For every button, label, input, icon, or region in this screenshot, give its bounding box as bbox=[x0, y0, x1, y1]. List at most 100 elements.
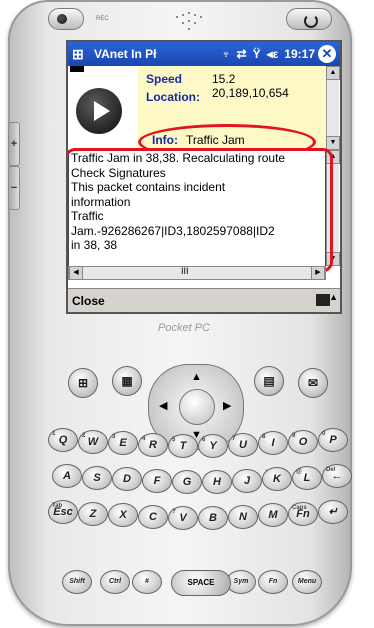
key-sub-label: ' bbox=[266, 470, 268, 476]
close-softkey[interactable]: Close bbox=[72, 294, 105, 308]
key-sub-label: 7 bbox=[232, 435, 236, 442]
key-sub-label: 6 bbox=[202, 437, 206, 443]
key-1-6[interactable]: J bbox=[232, 468, 262, 493]
title-bar: ⊞ VAnet In Pł ♆ ⇄ Ÿ ◂ε 19:17 ✕ bbox=[68, 42, 340, 66]
key-1-0[interactable]: A bbox=[52, 464, 82, 488]
key-1-8[interactable]: L @ bbox=[292, 465, 322, 490]
connectivity-icon[interactable]: ⇄ bbox=[237, 47, 247, 61]
key-sub-label: 3 bbox=[112, 434, 116, 440]
key-1-2[interactable]: D bbox=[112, 467, 142, 491]
upper-vertical-scrollbar[interactable]: ▲ ▼ bbox=[326, 66, 340, 150]
volume-down-button[interactable]: − bbox=[8, 166, 20, 210]
key-2-8[interactable]: Fn Caps bbox=[288, 501, 318, 526]
key-1-9[interactable]: ← Del bbox=[322, 464, 352, 488]
key-2-0[interactable]: Esc Tab bbox=[48, 500, 78, 524]
key-bottom-1[interactable]: Ctrl bbox=[100, 570, 130, 594]
main-content: Speed 15.2 Location: 20,189,10,654 Info:… bbox=[68, 66, 340, 288]
key-2-6[interactable]: N bbox=[228, 504, 258, 529]
key-0-3[interactable]: R4 bbox=[138, 432, 168, 457]
key-1-3[interactable]: F bbox=[142, 468, 172, 493]
play-button[interactable] bbox=[76, 88, 122, 134]
menu-bar: Close ▲ bbox=[68, 288, 340, 312]
calendar-button[interactable]: ▦ bbox=[112, 366, 142, 396]
key-2-7[interactable]: M bbox=[258, 503, 288, 527]
pocket-pc-device: REC + − ⊞ VAnet In Pł ♆ ⇄ Ÿ ◂ε 19:17 ✕ S… bbox=[8, 0, 352, 626]
status-panel: Speed 15.2 Location: 20,189,10,654 Info:… bbox=[68, 66, 328, 160]
device-screen: ⊞ VAnet In Pł ♆ ⇄ Ÿ ◂ε 19:17 ✕ Speed 15.… bbox=[66, 40, 342, 314]
key-bottom-5[interactable]: Fn bbox=[258, 570, 288, 594]
space-key[interactable]: SPACE bbox=[171, 570, 231, 596]
tab-marker bbox=[70, 66, 84, 72]
speaker-icon[interactable]: ◂ε bbox=[267, 47, 279, 61]
speed-label: Speed bbox=[146, 72, 183, 86]
key-0-6[interactable]: U7 bbox=[228, 432, 258, 457]
key-sub-label: 1 bbox=[52, 431, 56, 437]
key-sub-label: @ bbox=[296, 468, 302, 475]
scroll-up-icon[interactable]: ▲ bbox=[326, 66, 340, 80]
speed-value: 15.2 bbox=[212, 72, 236, 86]
key-sub-label: Caps bbox=[292, 504, 307, 511]
dpad-left-icon[interactable]: ◀ bbox=[159, 399, 167, 412]
dpad-right-icon[interactable]: ▶ bbox=[223, 399, 231, 412]
scroll-left-icon[interactable]: ◀ bbox=[69, 266, 83, 280]
key-bottom-6[interactable]: Menu bbox=[292, 570, 322, 594]
location-value: 20,189,10,654 bbox=[212, 86, 289, 100]
record-button[interactable] bbox=[48, 8, 84, 30]
key-sub-label: 0 bbox=[322, 431, 326, 437]
key-sub-label: 4 bbox=[142, 435, 146, 442]
key-1-5[interactable]: H bbox=[202, 470, 232, 494]
key-sub-label: 9 bbox=[292, 432, 296, 439]
log-highlight-rectangle bbox=[68, 148, 333, 272]
key-0-4[interactable]: T5 bbox=[168, 434, 198, 458]
key-1-7[interactable]: K ' bbox=[262, 467, 292, 491]
scroll-right-icon[interactable]: ▶ bbox=[311, 266, 325, 280]
messaging-button[interactable]: ✉ bbox=[298, 368, 328, 398]
record-label: REC bbox=[96, 16, 109, 22]
key-2-2[interactable]: X bbox=[108, 503, 138, 527]
key-sub-label: ? bbox=[172, 509, 176, 515]
key-2-3[interactable]: C bbox=[138, 504, 168, 529]
key-0-0[interactable]: Q1 bbox=[48, 428, 78, 452]
key-sub-label: 5 bbox=[172, 437, 176, 443]
key-sub-label: 8 bbox=[262, 434, 266, 440]
signal-icon[interactable]: Ÿ bbox=[253, 47, 261, 61]
dpad-up-icon[interactable]: ▲ bbox=[191, 371, 202, 383]
gps-icon[interactable]: ♆ bbox=[222, 47, 231, 61]
key-0-8[interactable]: O9 bbox=[288, 429, 318, 454]
volume-up-button[interactable]: + bbox=[8, 122, 20, 166]
key-2-9[interactable]: ↵ bbox=[318, 500, 348, 524]
power-button[interactable] bbox=[286, 8, 332, 30]
key-0-7[interactable]: I8 bbox=[258, 431, 288, 455]
scroll-down-icon[interactable]: ▼ bbox=[326, 136, 340, 150]
key-1-4[interactable]: G bbox=[172, 470, 202, 494]
log-horizontal-scrollbar[interactable]: ◀ III ▶ bbox=[68, 266, 326, 280]
keyboard-icon[interactable] bbox=[316, 294, 330, 306]
location-label: Location: bbox=[146, 90, 200, 104]
key-0-1[interactable]: W2 bbox=[78, 429, 108, 454]
input-arrow-icon[interactable]: ▲ bbox=[329, 292, 338, 302]
key-2-4[interactable]: V? bbox=[168, 506, 198, 530]
key-sub-label: Del bbox=[326, 467, 336, 473]
start-button[interactable]: ⊞ bbox=[68, 368, 98, 398]
key-0-2[interactable]: E3 bbox=[108, 431, 138, 455]
key-sub-label: 2 bbox=[82, 432, 86, 439]
key-2-5[interactable]: B bbox=[198, 506, 228, 530]
key-2-1[interactable]: Z bbox=[78, 501, 108, 526]
clock[interactable]: 19:17 bbox=[284, 47, 315, 61]
key-bottom-0[interactable]: Shift bbox=[62, 570, 92, 594]
key-0-9[interactable]: P0 bbox=[318, 428, 348, 452]
scroll-thumb[interactable]: III bbox=[181, 266, 189, 276]
key-sub-label: Tab bbox=[52, 503, 63, 509]
contacts-button[interactable]: ▤ bbox=[254, 366, 284, 396]
key-bottom-2[interactable]: # bbox=[132, 570, 162, 594]
key-1-1[interactable]: S bbox=[82, 465, 112, 490]
app-title: VAnet In Pł bbox=[94, 47, 157, 61]
windows-flag-icon[interactable]: ⊞ bbox=[72, 46, 90, 62]
key-0-5[interactable]: Y6 bbox=[198, 434, 228, 458]
power-icon bbox=[304, 14, 318, 28]
close-icon[interactable]: ✕ bbox=[318, 45, 336, 63]
speaker-grille bbox=[174, 12, 204, 34]
record-dot-icon bbox=[57, 14, 67, 24]
dpad-center-button[interactable] bbox=[179, 389, 215, 425]
brand-label: Pocket PC bbox=[158, 322, 210, 334]
